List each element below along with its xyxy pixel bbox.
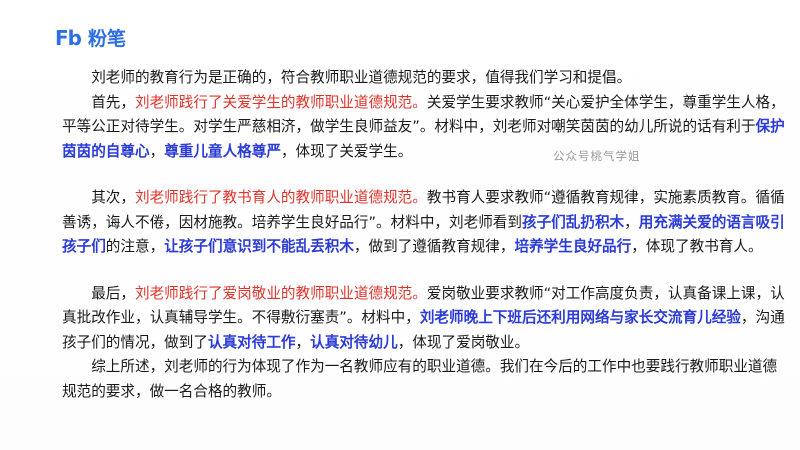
paragraph-care-students: 首先，刘老师践行了关爱学生的教师职业道德规范。关爱学生要求教师“关心爱护全体学生… bbox=[62, 91, 787, 165]
p2-emphasis-3: 让孩子们意识到不能乱丢积木 bbox=[164, 238, 354, 255]
p1-lead: 首先， bbox=[91, 93, 135, 111]
p2-emphasis-1: 孩子们乱扔积木 bbox=[521, 213, 625, 231]
intro-paragraph: 刘老师的教育行为是正确的，符合教师职业道德规范的要求，值得我们学习和提倡。 bbox=[62, 66, 787, 91]
brand-logo: Fb 粉笔 bbox=[52, 24, 126, 51]
p2-text-4: ，做到了遵循教育规律， bbox=[353, 238, 515, 255]
fenbi-logo-icon: Fb bbox=[55, 25, 82, 50]
p2-highlight: 刘老师践行了教书育人的教师职业道德规范。 bbox=[134, 189, 427, 206]
p2-text-3: 的注意， bbox=[105, 238, 165, 255]
conclusion-text: 综上所述，刘老师的行为体现了作为一名教师应有的职业道德。我们在今后的工作中也要践… bbox=[62, 358, 778, 400]
answer-content: 刘老师的教育行为是正确的，符合教师职业道德规范的要求，值得我们学习和提倡。 首先… bbox=[62, 66, 787, 404]
p2-text-2: ， bbox=[624, 213, 639, 231]
p3-emphasis-3: 认真对待幼儿 bbox=[310, 333, 398, 351]
paragraph-teach-educate: 其次，刘老师践行了教书育人的教师职业道德规范。教书育人要求教师“遵循教育规律，实… bbox=[62, 186, 787, 260]
p2-emphasis-4: 培养学生良好品行 bbox=[514, 238, 632, 255]
p1-text-3: ，体现了关爱学生。 bbox=[280, 142, 413, 160]
p3-lead: 最后， bbox=[91, 284, 135, 302]
paragraph-love-job: 最后，刘老师践行了爱岗敬业的教师职业道德规范。爱岗敬业要求教师“对工作高度负责，… bbox=[62, 282, 787, 356]
slide-frame: Fb 粉笔 公众号桃气学姐 刘老师的教育行为是正确的，符合教师职业道德规范的要求… bbox=[0, 0, 800, 450]
intro-text: 刘老师的教育行为是正确的，符合教师职业道德规范的要求，值得我们学习和提倡。 bbox=[91, 69, 632, 86]
p2-lead: 其次， bbox=[91, 189, 135, 206]
brand-name: 粉笔 bbox=[87, 28, 126, 50]
p3-emphasis-2: 认真对待工作 bbox=[207, 333, 296, 351]
p3-highlight: 刘老师践行了爱岗敬业的教师职业道德规范。 bbox=[134, 284, 427, 302]
p3-text-4: ，体现了爱岗敬业。 bbox=[397, 333, 530, 351]
p2-text-5: ，体现了教书育人。 bbox=[631, 238, 763, 255]
p1-highlight: 刘老师践行了关爱学生的教师职业道德规范。 bbox=[134, 93, 427, 111]
p1-text-2: ， bbox=[149, 142, 165, 160]
conclusion-paragraph: 综上所述，刘老师的行为体现了作为一名教师应有的职业道德。我们在今后的工作中也要践… bbox=[62, 355, 787, 404]
p3-emphasis-1: 刘老师晚上下班后还利用网络与家长交流育儿经验 bbox=[419, 309, 741, 326]
p1-emphasis-2: 尊重儿童人格尊严 bbox=[164, 142, 281, 160]
p3-text-3: ， bbox=[295, 333, 311, 351]
